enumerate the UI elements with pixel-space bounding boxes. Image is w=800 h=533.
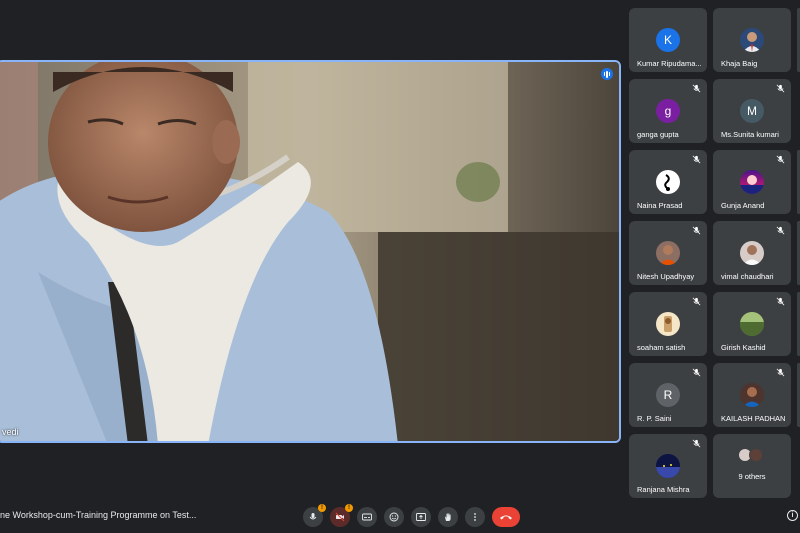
mic-off-icon (776, 226, 785, 235)
leave-call-button[interactable] (492, 507, 520, 527)
main-speaker-name: vedi (2, 427, 19, 437)
mic-off-icon (692, 84, 701, 93)
participant-name: Girish Kashid (721, 343, 766, 352)
main-speaker-tile[interactable]: vedi (0, 60, 621, 443)
mic-warning-badge: ! (318, 504, 326, 512)
avatar (740, 170, 764, 194)
hand-icon (445, 513, 451, 521)
others-tile[interactable]: 9 others (713, 434, 791, 498)
participant-tile[interactable]: Girish Kashid (713, 292, 791, 356)
mic-off-icon (776, 368, 785, 377)
avatar (740, 312, 764, 336)
more-options-button[interactable] (465, 507, 485, 527)
camera-warning-badge: ! (345, 504, 353, 512)
mic-off-icon (692, 226, 701, 235)
camera-button[interactable]: ! (330, 504, 353, 527)
avatar (740, 241, 764, 265)
avatar: M (740, 99, 764, 123)
participant-name: vimal chaudhari (721, 272, 774, 281)
participant-tile[interactable]: vimal chaudhari (713, 221, 791, 285)
avatar: g (656, 99, 680, 123)
avatar (656, 312, 680, 336)
mic-off-icon (692, 155, 701, 164)
emoji-button[interactable] (384, 507, 404, 527)
emoji-icon (389, 512, 399, 522)
captions-button[interactable] (357, 507, 377, 527)
participant-name: Khaja Baig (721, 59, 758, 68)
bottom-bar: ne Workshop-cum-Training Programme on Te… (0, 499, 800, 533)
participant-tile[interactable]: Gunja Anand (713, 150, 791, 214)
avatar (656, 454, 680, 478)
mic-off-icon (692, 297, 701, 306)
participant-name: Ms.Sunita kumari (721, 130, 779, 139)
raise-hand-button[interactable] (438, 507, 458, 527)
call-controls: ! ! (303, 504, 520, 527)
mic-off-icon (776, 84, 785, 93)
speaking-indicator-icon (601, 68, 613, 80)
participant-tile[interactable]: R R. P. Saini (629, 363, 707, 427)
captions-icon (362, 513, 372, 521)
participant-tile[interactable]: Nitesh Upadhyay (629, 221, 707, 285)
present-screen-icon (416, 513, 426, 521)
avatar (740, 383, 764, 407)
avatar: R (656, 383, 680, 407)
camera-off-icon (335, 512, 345, 522)
avatar (749, 448, 763, 462)
participant-tile[interactable]: Ranjana Mishra (629, 434, 707, 498)
participant-name: R. P. Saini (637, 414, 672, 423)
participant-name: Kumar Ripudama... (637, 59, 702, 68)
participant-tile[interactable]: Naina Prasad (629, 150, 707, 214)
meeting-details-icon[interactable]: i (787, 510, 798, 521)
participant-name: Nitesh Upadhyay (637, 272, 695, 281)
participant-name: Ranjana Mishra (637, 485, 690, 494)
participant-tile[interactable]: KAILASH PADHAN (713, 363, 791, 427)
more-vert-icon (474, 513, 476, 521)
participant-name: Naina Prasad (637, 201, 683, 210)
others-label: 9 others (738, 472, 766, 481)
mic-off-icon (692, 439, 701, 448)
participant-name: ganga gupta (637, 130, 679, 139)
mic-off-icon (776, 155, 785, 164)
mic-icon (309, 513, 317, 520)
participant-tile[interactable]: M Ms.Sunita kumari (713, 79, 791, 143)
meeting-title: ne Workshop-cum-Training Programme on Te… (0, 510, 197, 520)
meet-stage: vedi K Kumar Ripudama... Khaja Baig g ga… (0, 0, 800, 533)
avatar (656, 241, 680, 265)
avatar (740, 28, 764, 52)
participant-name: Gunja Anand (721, 201, 765, 210)
speaker-video (0, 62, 619, 441)
participant-tile[interactable]: soaham satish (629, 292, 707, 356)
present-button[interactable] (411, 507, 431, 527)
participant-tile[interactable]: K Kumar Ripudama... (629, 8, 707, 72)
mic-off-icon (692, 368, 701, 377)
others-avatars (738, 448, 763, 462)
participant-name: soaham satish (637, 343, 686, 352)
participant-tile[interactable]: Khaja Baig (713, 8, 791, 72)
mic-off-icon (776, 297, 785, 306)
avatar (656, 170, 680, 194)
hang-up-icon (500, 515, 512, 520)
participant-tile[interactable]: g ganga gupta (629, 79, 707, 143)
microphone-button[interactable]: ! (303, 504, 326, 527)
avatar: K (656, 28, 680, 52)
participant-name: KAILASH PADHAN (721, 414, 786, 423)
